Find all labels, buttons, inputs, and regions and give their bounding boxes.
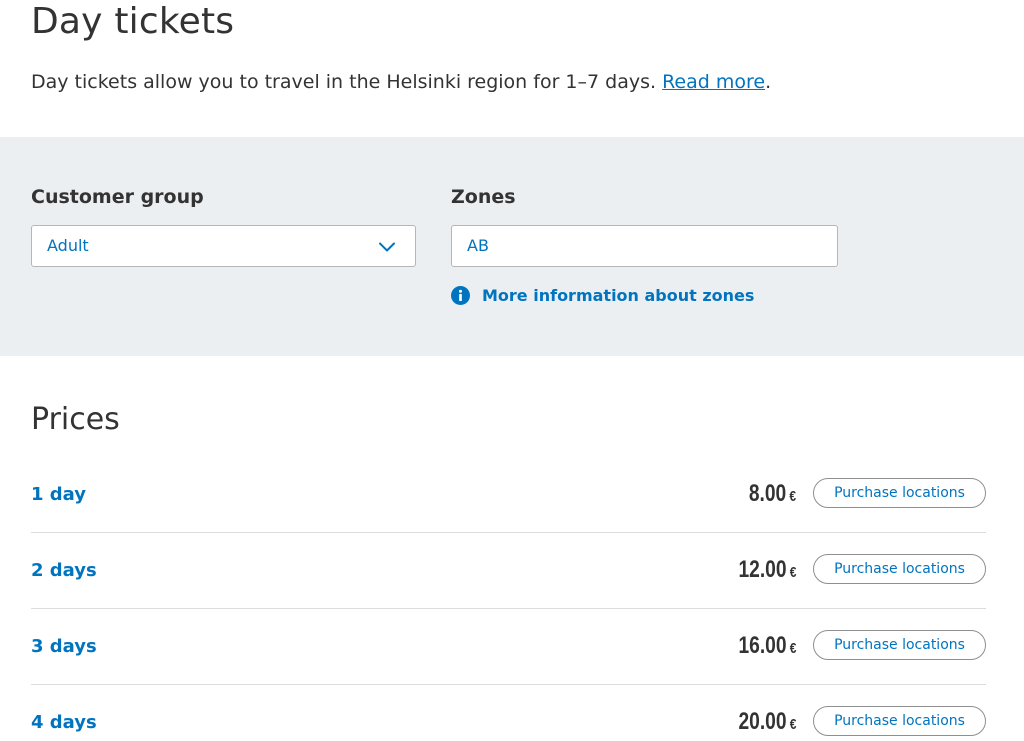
customer-group-select[interactable]: Adult [31,225,416,267]
price-amount: 16.00 [738,632,787,659]
customer-group-value: Adult [47,236,89,255]
duration-link[interactable]: 3 days [31,636,97,658]
zones-label: Zones [451,186,516,208]
duration-link[interactable]: 1 day [31,484,86,506]
price-value: 12.00 € [738,556,796,587]
price-currency: € [789,640,796,657]
zones-value: AB [467,236,489,255]
chevron-down-icon [379,242,395,252]
read-more-link[interactable]: Read more [662,71,765,93]
intro-description: Day tickets allow you to travel in the H… [31,71,663,93]
info-icon [451,286,470,305]
intro-text: Day tickets allow you to travel in the H… [31,68,771,96]
purchase-locations-button[interactable]: Purchase locations [813,706,986,736]
purchase-locations-button[interactable]: Purchase locations [813,478,986,508]
duration-link[interactable]: 2 days [31,560,97,582]
filter-panel: Customer group Adult Zones AB More infor… [0,137,1024,356]
price-amount: 20.00 [738,708,787,735]
page-title: Day tickets [31,1,235,42]
zones-info-label: More information about zones [482,286,755,305]
price-value: 8.00 € [749,480,796,511]
price-value: 20.00 € [738,708,796,739]
price-amount: 12.00 [738,556,787,583]
price-currency: € [789,564,796,581]
purchase-locations-button[interactable]: Purchase locations [813,630,986,660]
zones-input[interactable]: AB [451,225,838,267]
price-currency: € [789,716,796,733]
price-row: 1 day 8.00 € Purchase locations [31,457,986,533]
price-row: 2 days 12.00 € Purchase locations [31,533,986,609]
price-currency: € [789,488,796,505]
intro-end: . [765,71,772,93]
price-row: 4 days 20.00 € Purchase locations [31,685,986,741]
price-value: 16.00 € [738,632,796,663]
customer-group-label: Customer group [31,186,204,208]
zones-info-link[interactable]: More information about zones [451,286,754,305]
duration-link[interactable]: 4 days [31,712,97,734]
prices-title: Prices [31,402,120,437]
price-row: 3 days 16.00 € Purchase locations [31,609,986,685]
price-amount: 8.00 [748,480,787,507]
purchase-locations-button[interactable]: Purchase locations [813,554,986,584]
